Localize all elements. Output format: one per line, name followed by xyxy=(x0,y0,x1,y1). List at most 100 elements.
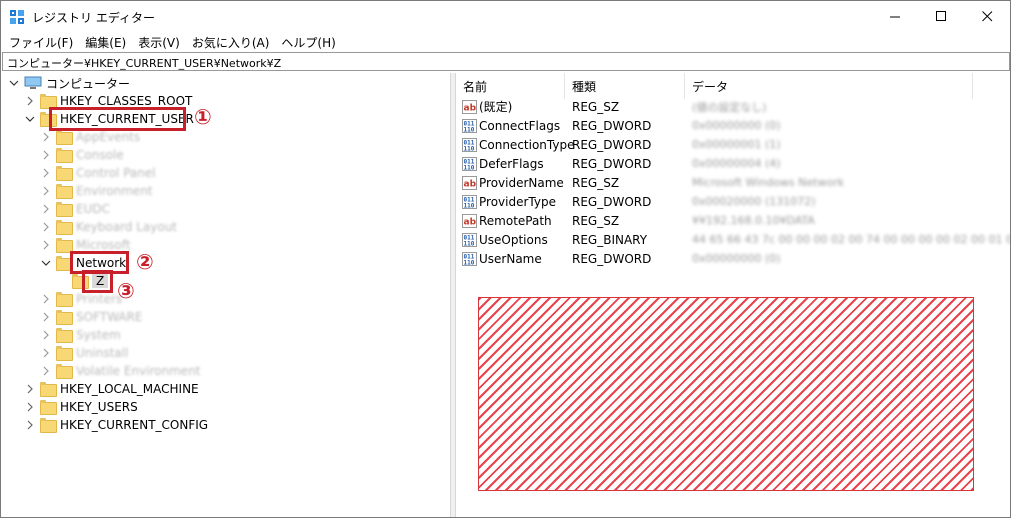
column-header-data[interactable]: データ xyxy=(685,73,973,99)
menu-edit[interactable]: 編集(E) xyxy=(79,32,132,52)
value-name-cell: 011 110 ConnectionType xyxy=(461,135,574,154)
folder-icon xyxy=(56,328,73,343)
key-tree-pane[interactable]: コンピューター HKEY_CLASSES_ROOT HKEY_CURRENT_U… xyxy=(2,73,450,517)
value-row[interactable]: 011 110 ProviderType REG_DWORD 0x00020000 (1… xyxy=(456,192,1010,211)
tree-label: Volatile Environment xyxy=(76,364,201,378)
chevron-right-icon[interactable] xyxy=(40,347,52,359)
value-name-cell: ab (既定) xyxy=(461,97,512,116)
value-data: 0x00000000 (0) xyxy=(692,119,781,132)
tree-node-blurred[interactable]: Control Panel xyxy=(40,164,156,182)
value-name: RemotePath xyxy=(479,213,552,228)
svg-text:ab: ab xyxy=(463,217,476,227)
value-name: ProviderType xyxy=(479,194,556,209)
column-header-name[interactable]: 名前 xyxy=(456,73,565,99)
value-row[interactable]: 011 110 DeferFlags REG_DWORD 0x00000004 (4) xyxy=(456,154,1010,173)
tree-node-blurred[interactable]: Keyboard Layout xyxy=(40,218,177,236)
value-row[interactable]: 011 110 UserName REG_DWORD 0x00000000 (0) xyxy=(456,249,1010,268)
chevron-right-icon[interactable] xyxy=(40,293,52,305)
folder-icon xyxy=(56,364,73,379)
tree-node-blurred[interactable]: EUDC xyxy=(40,200,110,218)
string-value-icon: ab xyxy=(461,99,477,114)
chevron-right-icon[interactable] xyxy=(40,239,52,251)
tree-node-blurred[interactable]: Uninstall xyxy=(40,344,128,362)
folder-icon xyxy=(40,94,57,109)
tree-label: AppEvents xyxy=(76,130,141,144)
tree-node-hku[interactable]: HKEY_USERS xyxy=(24,398,138,416)
close-button[interactable] xyxy=(964,1,1010,32)
tree-label: Control Panel xyxy=(76,166,156,180)
tree-label: HKEY_LOCAL_MACHINE xyxy=(60,382,199,396)
value-row[interactable]: 011 110 UseOptions REG_BINARY 44 65 66 43 7c… xyxy=(456,230,1010,249)
menu-help[interactable]: ヘルプ(H) xyxy=(275,32,341,52)
tree-node-blurred[interactable]: Environment xyxy=(40,182,153,200)
minimize-icon xyxy=(889,16,900,18)
address-bar[interactable]: コンピューター¥HKEY_CURRENT_USER¥Network¥Z xyxy=(2,52,1010,71)
tree-node-blurred[interactable]: Volatile Environment xyxy=(40,362,201,380)
maximize-button[interactable] xyxy=(918,1,964,32)
chevron-right-icon[interactable] xyxy=(40,167,52,179)
svg-text:ab: ab xyxy=(463,179,476,189)
chevron-down-icon[interactable] xyxy=(8,77,20,89)
address-path: コンピューター¥HKEY_CURRENT_USER¥Network¥Z xyxy=(7,57,282,70)
menu-favorites[interactable]: お気に入り(A) xyxy=(186,32,276,52)
values-list-pane[interactable]: 名前 種類 データ ab (既定) REG_SZ (値の設定なし) 011 110 Conn… xyxy=(456,73,1010,517)
column-header-type[interactable]: 種類 xyxy=(565,73,685,99)
value-data: Microsoft Windows Network xyxy=(692,176,845,189)
string-value-icon: ab xyxy=(461,175,477,190)
value-data: 0x00000001 (1) xyxy=(692,138,781,151)
chevron-right-icon[interactable] xyxy=(24,419,36,431)
svg-text:110: 110 xyxy=(463,259,474,266)
tree-label: SOFTWARE xyxy=(76,310,143,324)
value-row[interactable]: ab ProviderName REG_SZ Microsoft Windows Ne… xyxy=(456,173,1010,192)
tree-label: Console xyxy=(76,148,124,162)
menu-file[interactable]: ファイル(F) xyxy=(3,32,79,52)
binary-value-icon: 011 110 xyxy=(461,137,477,152)
tree-node-computer[interactable]: コンピューター xyxy=(8,74,130,92)
highlight-box-z xyxy=(82,270,113,293)
folder-icon xyxy=(56,292,73,307)
chevron-right-icon[interactable] xyxy=(40,311,52,323)
value-name: (既定) xyxy=(479,100,513,114)
value-row[interactable]: ab RemotePath REG_SZ ¥¥192.168.0.10¥DATA xyxy=(456,211,1010,230)
menu-view[interactable]: 表示(V) xyxy=(132,32,186,52)
tree-node-hklm[interactable]: HKEY_LOCAL_MACHINE xyxy=(24,380,199,398)
tree-node-hkcc[interactable]: HKEY_CURRENT_CONFIG xyxy=(24,416,208,434)
tree-label: Microsoft xyxy=(76,238,131,252)
chevron-right-icon[interactable] xyxy=(40,221,52,233)
registry-editor-window: レジストリ エディター ファイル(F) 編集(E) 表示(V) お気に入り(A)… xyxy=(0,0,1011,518)
value-row[interactable]: 011 110 ConnectionType REG_DWORD 0x00000001 … xyxy=(456,135,1010,154)
minimize-button[interactable] xyxy=(872,1,918,32)
value-name-cell: 011 110 UseOptions xyxy=(461,230,548,249)
folder-icon xyxy=(56,238,73,253)
folder-icon xyxy=(56,184,73,199)
chevron-right-icon[interactable] xyxy=(40,203,52,215)
folder-icon xyxy=(56,166,73,181)
value-name-cell: 011 110 UserName xyxy=(461,249,542,268)
chevron-down-icon[interactable] xyxy=(40,257,52,269)
tree-node-blurred[interactable]: System xyxy=(40,326,121,344)
value-data: 0x00000000 (0) xyxy=(692,252,781,265)
tree-node-blurred[interactable]: SOFTWARE xyxy=(40,308,142,326)
chevron-down-icon[interactable] xyxy=(24,113,36,125)
chevron-right-icon[interactable] xyxy=(40,365,52,377)
value-type: REG_DWORD xyxy=(572,194,652,209)
value-row[interactable]: ab (既定) REG_SZ (値の設定なし) xyxy=(456,97,1010,116)
chevron-right-icon[interactable] xyxy=(40,131,52,143)
tree-label: System xyxy=(76,328,121,342)
chevron-right-icon[interactable] xyxy=(24,95,36,107)
value-data: 44 65 66 43 7c 00 00 00 02 00 74 00 00 0… xyxy=(692,233,1010,246)
value-data: 0x00000004 (4) xyxy=(692,157,781,170)
chevron-right-icon[interactable] xyxy=(24,383,36,395)
svg-text:110: 110 xyxy=(463,126,474,133)
chevron-right-icon[interactable] xyxy=(24,401,36,413)
value-name: ConnectFlags xyxy=(479,118,561,133)
value-name: UserName xyxy=(479,251,542,266)
tree-label: HKEY_CLASSES_ROOT xyxy=(60,94,193,108)
tree-node-blurred[interactable]: Console xyxy=(40,146,124,164)
value-row[interactable]: 011 110 ConnectFlags REG_DWORD 0x00000000 (0… xyxy=(456,116,1010,135)
chevron-right-icon[interactable] xyxy=(40,329,52,341)
value-type: REG_DWORD xyxy=(572,251,652,266)
binary-value-icon: 011 110 xyxy=(461,232,477,247)
chevron-right-icon[interactable] xyxy=(40,185,52,197)
chevron-right-icon[interactable] xyxy=(40,149,52,161)
